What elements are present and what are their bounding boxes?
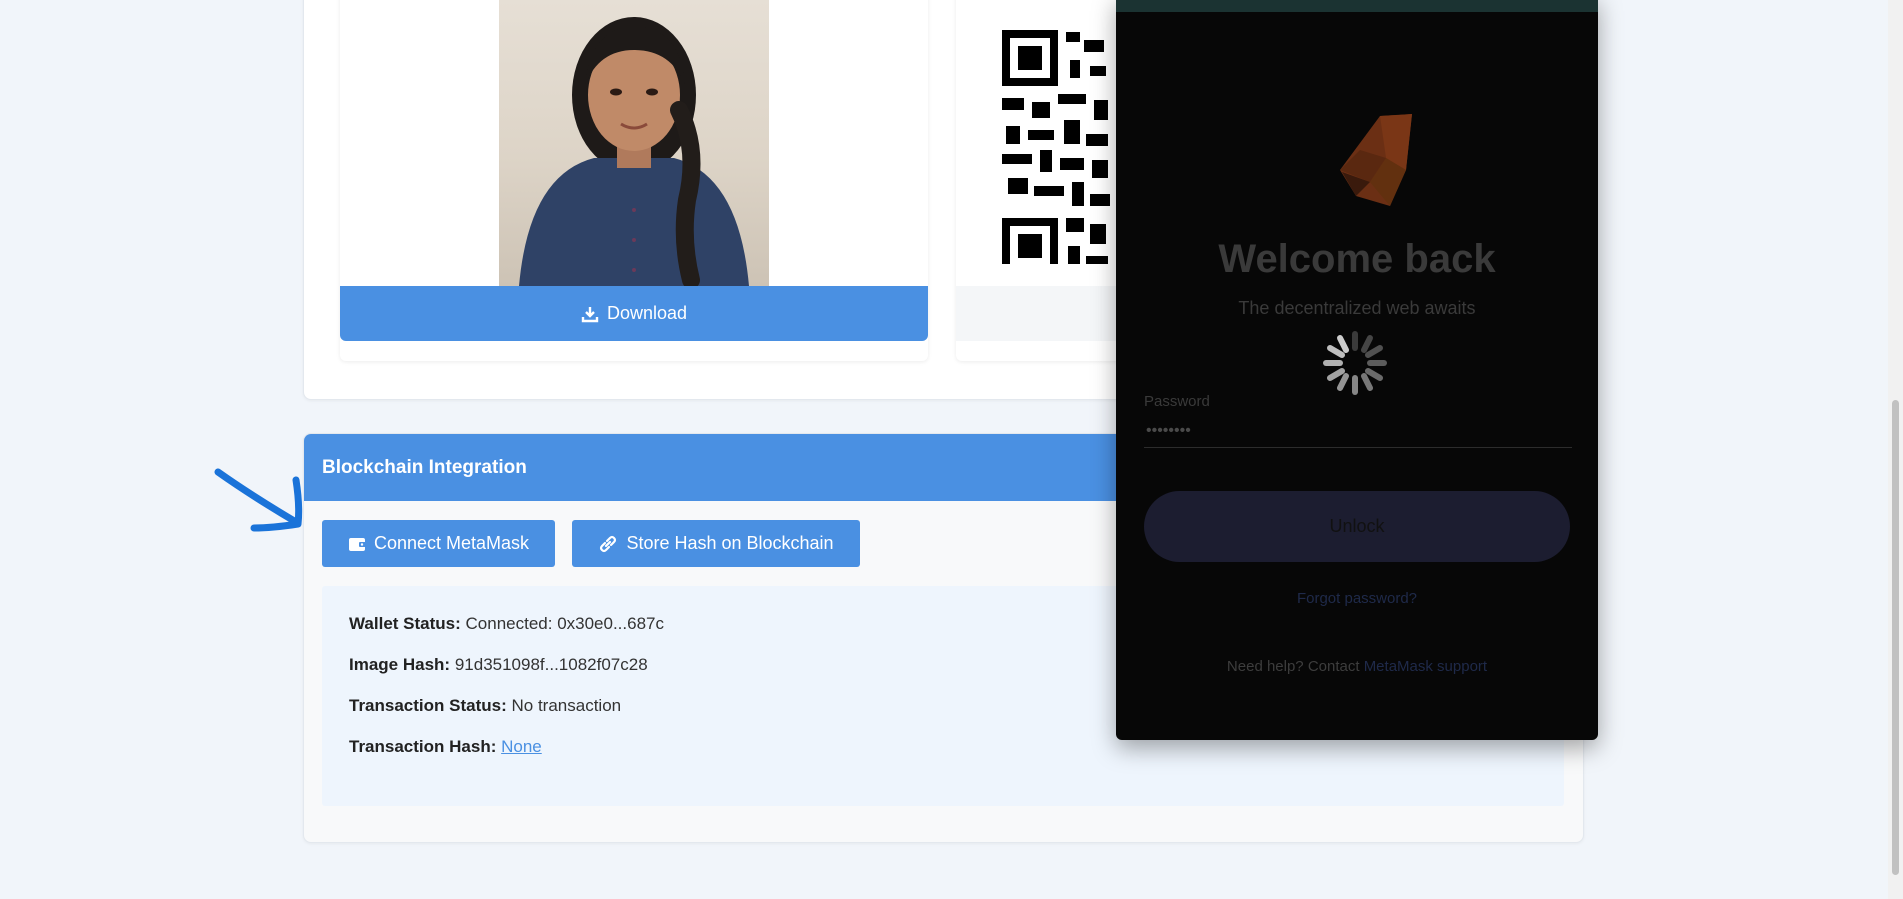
- blockchain-title: Blockchain Integration: [322, 456, 527, 478]
- connect-metamask-label: Connect MetaMask: [373, 533, 530, 553]
- connect-metamask-button[interactable]: Connect MetaMask: [322, 520, 555, 567]
- store-hash-button[interactable]: Store Hash on Blockchain: [572, 520, 860, 567]
- password-input[interactable]: [1144, 415, 1572, 448]
- download-icon: [581, 306, 599, 322]
- wallet-status-value: Connected: 0x30e0...687c: [465, 614, 664, 633]
- transaction-hash-label: Transaction Hash:: [349, 737, 497, 756]
- forgot-password-link[interactable]: Forgot password?: [1116, 590, 1598, 607]
- transaction-status: Transaction Status: No transaction: [349, 696, 621, 716]
- metamask-fox-icon: [1340, 114, 1412, 206]
- metamask-welcome-title: Welcome back: [1218, 237, 1496, 281]
- store-hash-label: Store Hash on Blockchain: [626, 533, 834, 553]
- download-button[interactable]: Download: [340, 286, 928, 341]
- link-icon: [600, 535, 617, 552]
- unlock-button[interactable]: Unlock: [1144, 491, 1570, 562]
- transaction-hash: Transaction Hash: None: [349, 737, 542, 757]
- password-label: Password: [1144, 393, 1210, 410]
- wallet-status-label: Wallet Status:: [349, 614, 461, 633]
- transaction-hash-link[interactable]: None: [501, 737, 542, 756]
- metamask-subtitle: The decentralized web awaits: [1238, 298, 1476, 318]
- image-hash: Image Hash: 91d351098f...1082f07c28: [349, 655, 648, 675]
- wallet-icon: [348, 537, 366, 551]
- help-text: Need help? Contact: [1226, 658, 1364, 675]
- photo-card: Download: [340, 0, 928, 361]
- wallet-status: Wallet Status: Connected: 0x30e0...687c: [349, 614, 664, 634]
- annotation-arrow-icon: [214, 468, 303, 532]
- transaction-status-label: Transaction Status:: [349, 696, 507, 715]
- page-scrollbar[interactable]: [1888, 0, 1903, 899]
- scrollbar-thumb[interactable]: [1892, 400, 1899, 875]
- loading-spinner-icon: [1323, 331, 1387, 395]
- image-hash-value: 91d351098f...1082f07c28: [454, 655, 648, 674]
- metamask-popup: Welcome back The decentralized web await…: [1116, 0, 1598, 740]
- download-label: Download: [606, 303, 688, 323]
- image-hash-label: Image Hash:: [349, 655, 451, 674]
- transaction-status-value: No transaction: [511, 696, 622, 715]
- metamask-support-link[interactable]: MetaMask support: [1364, 658, 1487, 675]
- metamask-popup-titlebar: [1116, 0, 1598, 12]
- metamask-help: Need help? Contact MetaMask support: [1116, 658, 1598, 675]
- uploaded-photo: [499, 0, 769, 286]
